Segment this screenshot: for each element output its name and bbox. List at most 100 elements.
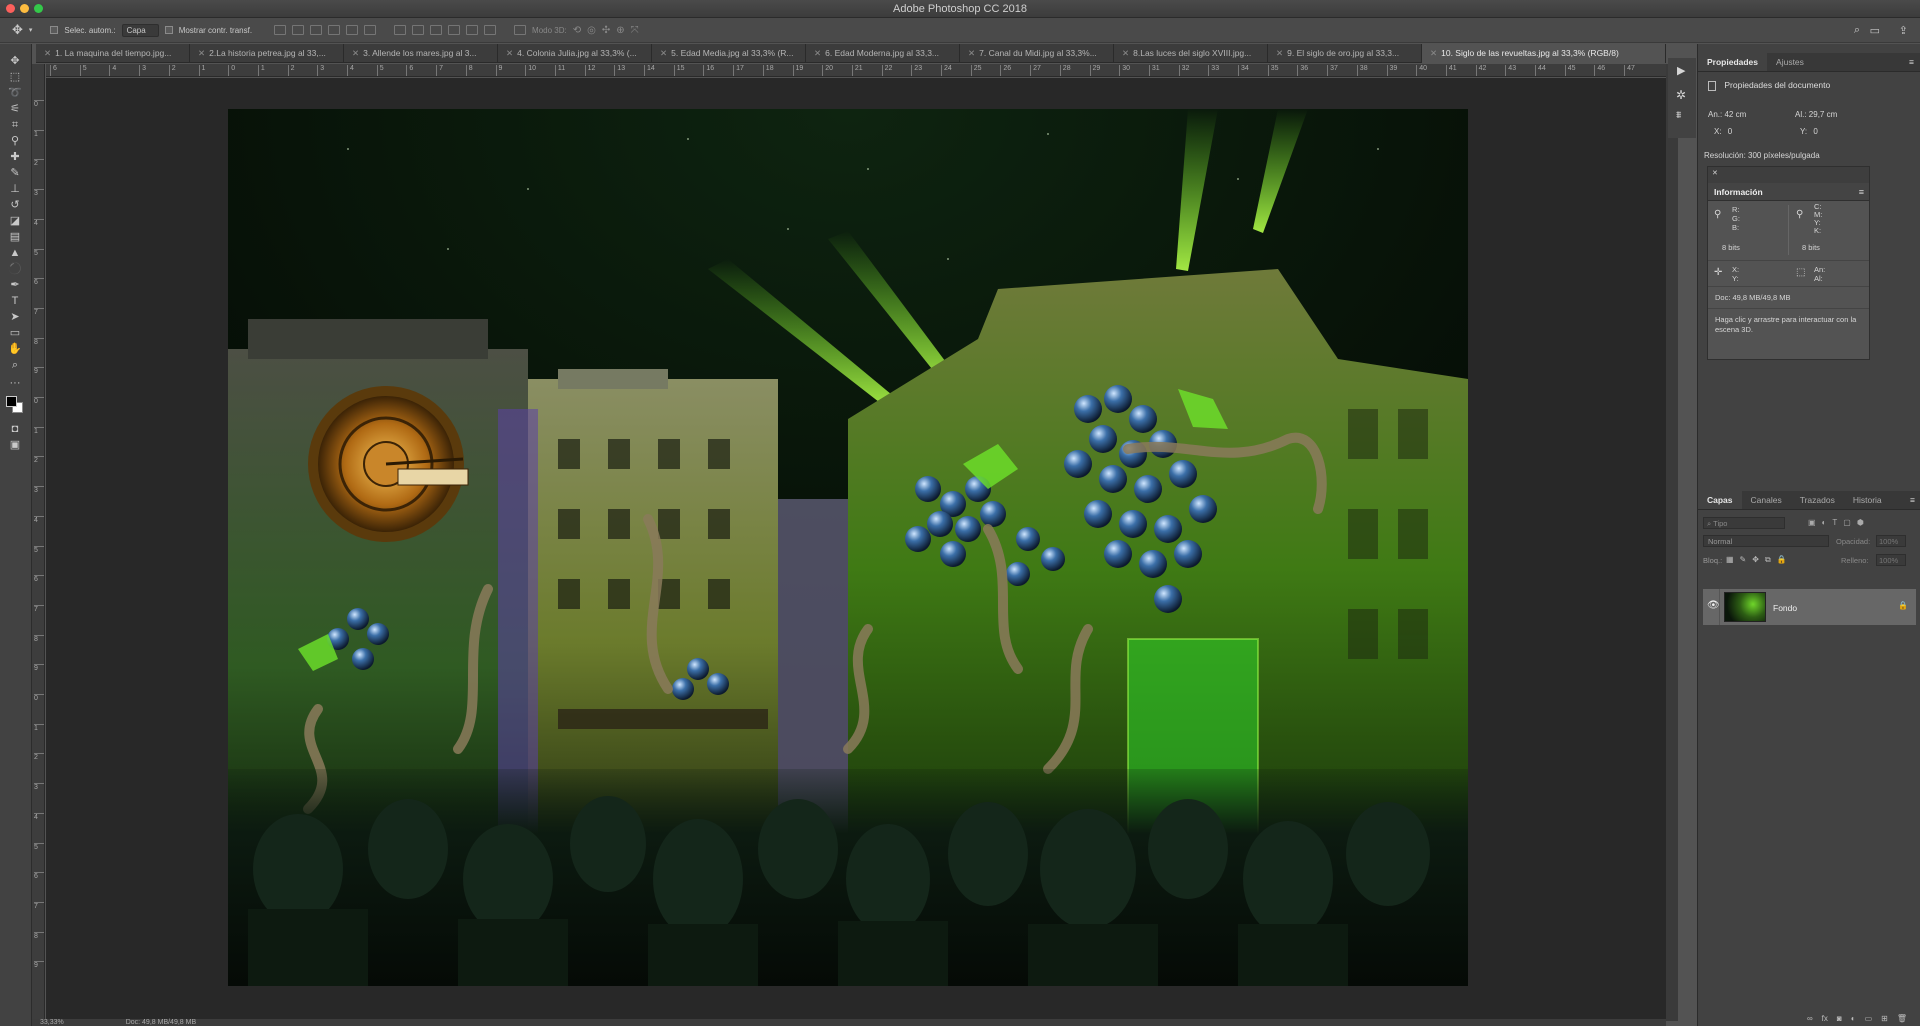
3d-light-icon[interactable]: ✲ [1676,88,1686,102]
path-select-tool-icon[interactable]: ➤ [8,310,22,324]
align-left-icon[interactable] [328,25,341,35]
distribute-right-icon[interactable] [484,25,497,35]
close-tab-icon[interactable]: ✕ [1430,48,1437,58]
tool-preset-dropdown[interactable]: ▾ [29,26,33,34]
pen-tool-icon[interactable]: ✒ [8,278,22,292]
3d-slide-icon[interactable]: ⊕ [616,25,624,36]
document-canvas[interactable] [228,109,1468,986]
marquee-tool-icon[interactable]: ⬚ [8,70,22,84]
adjustment-layer-icon[interactable]: ◐ [1851,1014,1856,1026]
close-tab-icon[interactable]: ✕ [814,48,821,58]
close-tab-icon[interactable]: ✕ [968,48,975,58]
gradient-tool-icon[interactable]: ▤ [8,230,22,244]
tab-document-9[interactable]: ✕ 9. El siglo de oro.jpg al 33,3... [1268,44,1422,63]
layer-name[interactable]: Fondo [1773,603,1797,613]
distribute-hcenter-icon[interactable] [466,25,479,35]
dodge-tool-icon[interactable]: ⚫ [8,262,22,276]
fill-value[interactable]: 100% [1876,554,1906,566]
tab-document-5[interactable]: ✕ 5. Edad Media.jpg al 33,3% (R... [652,44,806,63]
history-brush-tool-icon[interactable]: ↺ [8,198,22,212]
distribute-top-icon[interactable] [394,25,407,35]
width-value[interactable]: 42 cm [1724,110,1746,119]
search-icon[interactable]: ⌕ [1854,24,1860,37]
3d-rotate-icon[interactable]: ⟲ [573,25,581,36]
quick-mask-icon[interactable]: ◘ [8,422,22,436]
layer-row-fondo[interactable]: 👁 Fondo 🔒 [1703,589,1916,625]
brush-tool-icon[interactable]: ✎ [8,166,22,180]
move-tool-icon[interactable]: ✥ [8,54,22,68]
align-bottom-icon[interactable] [310,25,323,35]
blur-tool-icon[interactable]: ▲ [8,246,22,260]
crop-tool-icon[interactable]: ⌗ [8,118,22,132]
new-layer-icon[interactable]: ⊞ [1881,1014,1888,1026]
tab-document-3[interactable]: ✕ 3. Allende los mares.jpg al 3... [344,44,498,63]
3d-roll-icon[interactable]: ◎ [587,25,596,36]
tab-history[interactable]: Historia [1844,491,1891,509]
close-tab-icon[interactable]: ✕ [1122,48,1129,58]
layer-filter-icons[interactable]: ▣◐T▢⬢ [1808,518,1870,527]
screen-mode-icon[interactable]: ▣ [8,438,22,452]
vertical-ruler[interactable]: 0 1 2 3 4 5 6 7 8 9 0 1 2 3 4 5 6 7 8 9 0 1 2 3 4 5 6 7 8 9 [32,64,45,1019]
distribute-left-icon[interactable] [448,25,461,35]
hand-tool-icon[interactable]: ✋ [8,342,22,356]
align-right-icon[interactable] [364,25,377,35]
3d-scale-icon[interactable]: ⤧ [631,25,639,36]
move-tool-icon[interactable]: ✥ [12,22,23,38]
tab-document-2[interactable]: ✕ 2.La historia petrea.jpg al 33,... [190,44,344,63]
share-icon[interactable]: ⇪ [1899,24,1908,37]
tab-document-4[interactable]: ✕ 4. Colonia Julia.jpg al 33,3% (... [498,44,652,63]
align-top-icon[interactable] [274,25,287,35]
clone-stamp-tool-icon[interactable]: ⊥ [8,182,22,196]
lasso-tool-icon[interactable]: ➰ [8,86,22,100]
workspace-icon[interactable]: ▭ [1870,24,1880,37]
y-value[interactable]: 0 [1813,127,1817,136]
quick-select-tool-icon[interactable]: ⚟ [8,102,22,116]
close-window-button[interactable] [6,4,15,13]
tab-layers[interactable]: Capas [1698,491,1742,509]
panel-menu-icon[interactable]: ≡ [1909,53,1914,71]
vertical-scrollbar[interactable] [1666,64,1678,1021]
auto-select-dropdown[interactable]: Capa [121,23,159,37]
3d-ground-icon[interactable]: ⩩ [1676,110,1681,121]
3d-drag-icon[interactable]: ✣ [602,25,610,36]
layer-filter-dropdown[interactable]: ⌕ Tipo [1703,517,1785,529]
zoom-window-button[interactable] [34,4,43,13]
align-hcenter-icon[interactable] [346,25,359,35]
close-tab-icon[interactable]: ✕ [506,48,513,58]
more-tools-icon[interactable]: ··· [8,376,22,390]
zoom-tool-icon[interactable]: ⌕ [8,358,22,372]
foreground-color-swatch[interactable] [6,396,17,407]
tab-document-1[interactable]: ✕ 1. La maquina del tiempo.jpg... [36,44,190,63]
layer-style-icon[interactable]: fx [1822,1014,1828,1026]
close-tab-icon[interactable]: ✕ [44,48,51,58]
zoom-level[interactable]: 33,33% [40,1019,64,1026]
close-tab-icon[interactable]: ✕ [1276,48,1283,58]
horizontal-ruler[interactable]: 6 5 4 3 2 1 0 1 2 3 4 5 6 7 8 9 10 11 12 13 14 15 16 17 18 19 20 21… [46,64,1666,77]
tab-document-6[interactable]: ✕ 6. Edad Moderna.jpg al 33,3... [806,44,960,63]
play-icon[interactable]: ▶ [1677,64,1685,77]
auto-select-checkbox[interactable] [50,26,59,34]
lock-icons[interactable]: ▦✎✥⧉🔒 [1726,555,1793,565]
tab-document-8[interactable]: ✕ 8.Las luces del siglo XVIII.jpg... [1114,44,1268,63]
tab-adjustments[interactable]: Ajustes [1767,53,1813,71]
info-panel-title[interactable]: Información [1708,187,1769,197]
close-tab-icon[interactable]: ✕ [660,48,667,58]
distribute-bottom-icon[interactable] [430,25,443,35]
delete-layer-icon[interactable]: 🗑 [1897,1014,1907,1026]
eyedropper-tool-icon[interactable]: ⚲ [8,134,22,148]
blend-mode-dropdown[interactable]: Normal [1703,535,1829,547]
auto-align-icon[interactable] [514,25,527,35]
eraser-tool-icon[interactable]: ◪ [8,214,22,228]
tab-document-10[interactable]: ✕ 10. Siglo de las revueltas.jpg al 33,3%… [1422,44,1666,63]
close-tab-icon[interactable]: ✕ [352,48,359,58]
new-group-icon[interactable]: ▭ [1865,1014,1873,1026]
tab-properties[interactable]: Propiedades [1698,53,1768,71]
panel-menu-icon[interactable]: ≡ [1910,491,1915,509]
align-vcenter-icon[interactable] [292,25,305,35]
tab-channels[interactable]: Canales [1742,491,1791,509]
tab-document-7[interactable]: ✕ 7. Canal du Midi.jpg al 33,3%... [960,44,1114,63]
distribute-vcenter-icon[interactable] [412,25,425,35]
height-value[interactable]: 29,7 cm [1809,110,1837,119]
add-mask-icon[interactable]: ◙ [1837,1014,1842,1026]
close-tab-icon[interactable]: ✕ [198,48,205,58]
